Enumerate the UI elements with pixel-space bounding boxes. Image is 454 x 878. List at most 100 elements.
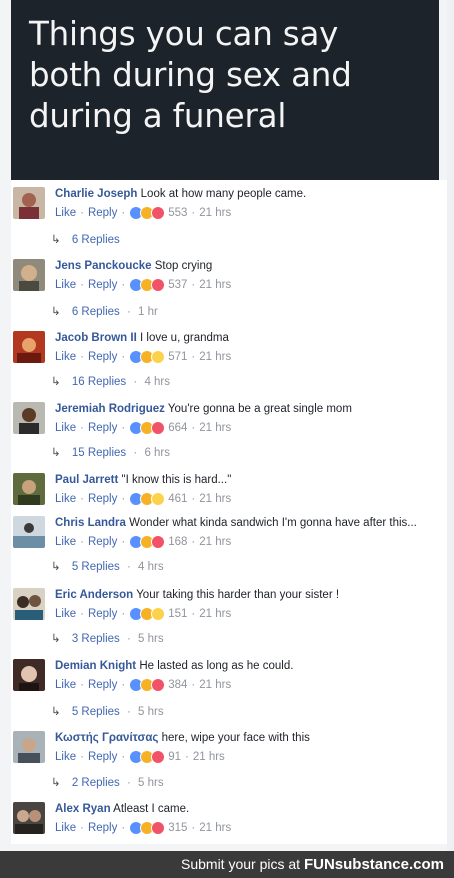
reply-link[interactable]: Reply	[88, 608, 117, 620]
like-link[interactable]: Like	[55, 536, 76, 548]
replies-count[interactable]: 15 Replies	[72, 447, 126, 459]
avatar[interactable]	[13, 588, 45, 620]
separator-dot: ·	[121, 422, 126, 434]
comment-timestamp[interactable]: 21 hrs	[199, 207, 231, 219]
separator-dot: ·	[121, 207, 126, 219]
reaction-icons[interactable]	[129, 821, 166, 835]
reply-link[interactable]: Reply	[88, 679, 117, 691]
replies-timestamp: 6 hrs	[144, 447, 171, 459]
like-link[interactable]: Like	[55, 822, 76, 834]
replies-timestamp: 4 hrs	[138, 561, 164, 573]
avatar[interactable]	[13, 731, 45, 763]
reaction-icons[interactable]	[129, 421, 166, 435]
reaction-count[interactable]: 537	[168, 279, 187, 291]
avatar[interactable]	[13, 259, 45, 291]
avatar[interactable]	[13, 802, 45, 834]
replies-count[interactable]: 2 Replies	[72, 777, 120, 789]
replies-count[interactable]: 3 Replies	[72, 633, 120, 645]
reaction-count[interactable]: 315	[168, 822, 187, 834]
comment-author[interactable]: Jacob Brown II	[55, 332, 137, 344]
comment-author[interactable]: Charlie Joseph	[55, 188, 137, 200]
view-replies-link[interactable]: ↳ 5 Replies · 5 hrs	[51, 704, 164, 718]
replies-count[interactable]: 5 Replies	[72, 706, 120, 718]
avatar[interactable]	[13, 516, 45, 548]
replies-count[interactable]: 16 Replies	[72, 376, 126, 388]
view-replies-link[interactable]: ↳ 3 Replies · 5 hrs	[51, 631, 164, 645]
reaction-count[interactable]: 664	[168, 422, 187, 434]
view-replies-link[interactable]: ↳ 16 Replies · 4 hrs	[51, 374, 170, 388]
view-replies-link[interactable]: ↳ 6 Replies · 1 hr	[51, 304, 158, 318]
reaction-icons[interactable]	[129, 278, 166, 292]
reaction-icons[interactable]	[129, 206, 166, 220]
comment-timestamp[interactable]: 21 hrs	[199, 822, 231, 834]
comment-body: You're gonna be a great single mom	[167, 403, 352, 415]
separator-dot: ·	[191, 207, 196, 219]
reaction-count[interactable]: 461	[168, 493, 187, 505]
comment-timestamp[interactable]: 21 hrs	[199, 679, 231, 691]
comment-author[interactable]: Jens Panckoucke	[55, 260, 152, 272]
comment-actions: Like · Reply · 91 · 21 hrs	[55, 750, 225, 764]
avatar[interactable]	[13, 473, 45, 505]
reply-link[interactable]: Reply	[88, 279, 117, 291]
comment-author[interactable]: Chris Landra	[55, 517, 126, 529]
replies-timestamp: 4 hrs	[144, 376, 171, 388]
comment-timestamp[interactable]: 21 hrs	[199, 608, 231, 620]
reaction-count[interactable]: 571	[168, 351, 187, 363]
like-link[interactable]: Like	[55, 279, 76, 291]
reaction-count[interactable]: 91	[168, 751, 181, 763]
reply-link[interactable]: Reply	[88, 351, 117, 363]
avatar[interactable]	[13, 402, 45, 434]
replies-timestamp: 5 hrs	[138, 777, 164, 789]
comment-timestamp[interactable]: 21 hrs	[199, 493, 231, 505]
wow-icon	[151, 350, 166, 364]
comment-author[interactable]: Demian Knight	[55, 660, 136, 672]
comment-timestamp[interactable]: 21 hrs	[193, 751, 225, 763]
reaction-icons[interactable]	[129, 750, 166, 764]
reaction-icons[interactable]	[129, 535, 166, 549]
reaction-count[interactable]: 553	[168, 207, 187, 219]
avatar[interactable]	[13, 659, 45, 691]
reply-link[interactable]: Reply	[88, 493, 117, 505]
comment-author[interactable]: Paul Jarrett	[55, 474, 118, 486]
view-replies-link[interactable]: ↳ 5 Replies · 4 hrs	[51, 559, 164, 573]
comment-author[interactable]: Eric Anderson	[55, 589, 133, 601]
like-link[interactable]: Like	[55, 493, 76, 505]
view-replies-link[interactable]: ↳ 15 Replies · 6 hrs	[51, 445, 170, 459]
comment-author[interactable]: Alex Ryan	[55, 803, 111, 815]
view-replies-link[interactable]: ↳ 6 Replies	[51, 232, 120, 246]
avatar[interactable]	[13, 187, 45, 219]
like-link[interactable]: Like	[55, 422, 76, 434]
reaction-icons[interactable]	[129, 492, 166, 506]
like-link[interactable]: Like	[55, 608, 76, 620]
reply-link[interactable]: Reply	[88, 751, 117, 763]
comment-timestamp[interactable]: 21 hrs	[199, 351, 231, 363]
reaction-icons[interactable]	[129, 607, 166, 621]
reaction-icons[interactable]	[129, 678, 166, 692]
reaction-count[interactable]: 151	[168, 608, 187, 620]
like-link[interactable]: Like	[55, 679, 76, 691]
comment-author[interactable]: Κωστής Γρανίτσας	[55, 732, 158, 744]
reaction-count[interactable]: 384	[168, 679, 187, 691]
comment-timestamp[interactable]: 21 hrs	[199, 536, 231, 548]
comment-text-line: Eric Anderson Your taking this harder th…	[55, 589, 339, 601]
reply-link[interactable]: Reply	[88, 422, 117, 434]
avatar[interactable]	[13, 331, 45, 363]
reply-link[interactable]: Reply	[88, 822, 117, 834]
like-link[interactable]: Like	[55, 207, 76, 219]
reply-link[interactable]: Reply	[88, 207, 117, 219]
view-replies-link[interactable]: ↳ 2 Replies · 5 hrs	[51, 775, 164, 789]
replies-count[interactable]: 5 Replies	[72, 561, 120, 573]
comment-author[interactable]: Jeremiah Rodriguez	[55, 403, 165, 415]
reaction-count[interactable]: 168	[168, 536, 187, 548]
like-link[interactable]: Like	[55, 751, 76, 763]
comment-timestamp[interactable]: 21 hrs	[199, 422, 231, 434]
like-link[interactable]: Like	[55, 351, 76, 363]
reaction-icons[interactable]	[129, 350, 166, 364]
love-icon	[151, 678, 166, 692]
separator-dot: ·	[127, 306, 131, 318]
separator-dot: ·	[121, 822, 126, 834]
reply-link[interactable]: Reply	[88, 536, 117, 548]
comment-timestamp[interactable]: 21 hrs	[199, 279, 231, 291]
replies-count[interactable]: 6 Replies	[72, 306, 120, 318]
replies-count[interactable]: 6 Replies	[72, 234, 120, 246]
